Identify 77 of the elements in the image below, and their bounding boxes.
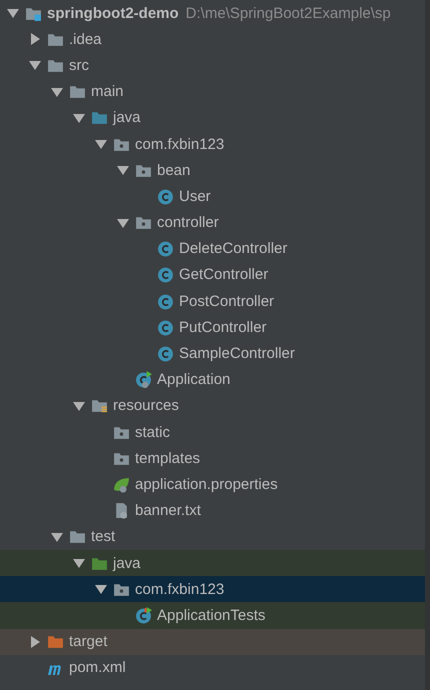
tree-row[interactable]: java	[0, 104, 425, 131]
folder-icon	[47, 633, 64, 650]
node-label: bean	[157, 162, 190, 179]
tree-row[interactable]: GetController	[0, 262, 425, 288]
spring-leaf-icon	[113, 476, 130, 493]
tree-row[interactable]: ApplicationTests	[0, 602, 425, 628]
tree-row[interactable]: templates	[0, 445, 425, 472]
text-file-icon	[113, 502, 130, 520]
class-icon	[157, 188, 174, 205]
node-label: application.properties	[135, 476, 278, 493]
tree-row[interactable]: java	[0, 550, 425, 576]
node-label: controller	[157, 214, 219, 232]
expanded-arrow-icon[interactable]	[72, 556, 86, 570]
tree-row[interactable]: DeleteController	[0, 236, 425, 262]
tree-row[interactable]: Application	[0, 366, 425, 393]
test-class-icon	[135, 606, 152, 624]
expanded-arrow-icon[interactable]	[6, 6, 20, 20]
tree-row[interactable]: PutController	[0, 314, 425, 340]
folder-icon	[69, 83, 86, 100]
tree-row[interactable]: target	[0, 628, 425, 655]
node-label: resources	[113, 397, 179, 414]
node-label: templates	[135, 450, 200, 467]
tree-row[interactable]: test	[0, 524, 425, 550]
tree-row[interactable]: springboot2-demo D:\me\SpringBoot2Example\sp	[0, 0, 425, 26]
node-label: ApplicationTests	[157, 606, 266, 624]
collapsed-arrow-icon[interactable]	[28, 32, 42, 46]
node-label: Application	[157, 371, 230, 388]
tree-row[interactable]: main	[0, 78, 425, 105]
node-label: banner.txt	[135, 502, 201, 520]
tree-row[interactable]: PostController	[0, 288, 425, 314]
tree-row[interactable]: pom.xml	[0, 654, 425, 681]
class-icon	[157, 266, 174, 284]
class-icon	[157, 292, 174, 310]
folder-icon	[69, 528, 86, 546]
runnable-class-icon	[135, 371, 152, 388]
node-label: GetController	[179, 266, 268, 284]
tree-row[interactable]: User	[0, 183, 425, 210]
project-path: D:\me\SpringBoot2Example\sp	[186, 4, 391, 22]
node-label: target	[69, 633, 108, 650]
node-label: java	[113, 554, 141, 572]
node-label: .idea	[69, 30, 102, 48]
expanded-arrow-icon[interactable]	[94, 582, 108, 596]
node-label: PostController	[179, 292, 274, 310]
node-label: User	[179, 188, 211, 205]
class-icon	[157, 318, 174, 336]
class-icon	[157, 240, 174, 258]
tree-row[interactable]: SampleController	[0, 340, 425, 367]
tree-row[interactable]: .idea	[0, 26, 425, 52]
node-label: com.fxbin123	[135, 580, 224, 598]
folder-icon	[91, 109, 108, 126]
node-label: pom.xml	[69, 659, 126, 676]
node-label: test	[91, 528, 116, 546]
node-label: src	[69, 56, 89, 74]
node-label: java	[113, 109, 141, 126]
tree-row[interactable]: bean	[0, 157, 425, 184]
node-label: DeleteController	[179, 240, 288, 258]
node-label: SampleController	[179, 345, 295, 362]
resources-folder-icon	[91, 397, 108, 414]
tree-row[interactable]: controller	[0, 210, 425, 236]
node-label: static	[135, 424, 170, 441]
node-label: PutController	[179, 318, 267, 336]
tree-row[interactable]: src	[0, 52, 425, 79]
class-icon	[157, 345, 174, 362]
tree-row[interactable]: com.fxbin123	[0, 130, 425, 158]
expanded-arrow-icon[interactable]	[116, 163, 130, 178]
expanded-arrow-icon[interactable]	[94, 137, 108, 152]
tree-row[interactable]: application.properties	[0, 471, 425, 498]
tree-row[interactable]: resources	[0, 392, 425, 419]
package-icon	[135, 214, 152, 232]
tree-row[interactable]: banner.txt	[0, 498, 425, 524]
expanded-arrow-icon[interactable]	[28, 58, 42, 72]
node-label: com.fxbin123	[135, 136, 224, 153]
tree-row[interactable]: static	[0, 419, 425, 446]
node-label: main	[91, 83, 124, 100]
collapsed-arrow-icon[interactable]	[28, 634, 42, 649]
node-label: springboot2-demo	[47, 4, 179, 22]
tree-row[interactable]: com.fxbin123	[0, 576, 425, 602]
